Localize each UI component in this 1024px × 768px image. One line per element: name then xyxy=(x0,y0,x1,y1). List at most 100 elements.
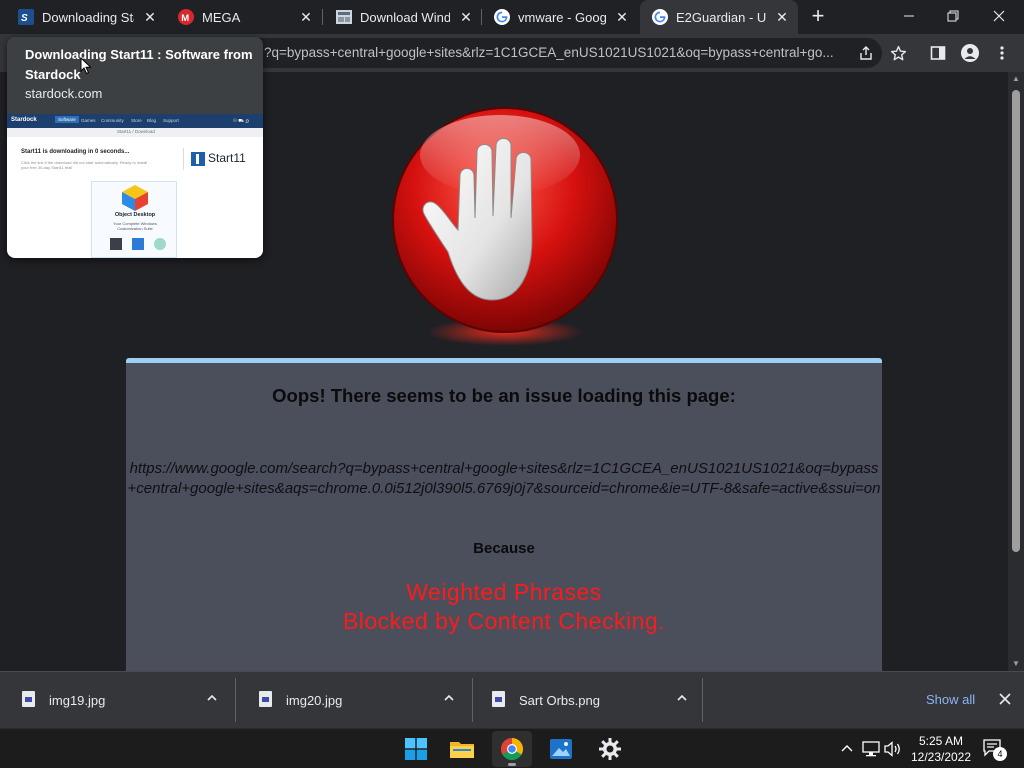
app-tile-icon xyxy=(110,238,122,250)
preview-nav-bar: Stardock Software Games Community Store … xyxy=(7,114,263,128)
close-window-icon[interactable] xyxy=(976,0,1022,32)
because-label: Because xyxy=(473,540,535,557)
tab-separator xyxy=(322,9,323,25)
clock-time: 5:25 AM xyxy=(918,734,964,748)
bookmark-star-icon[interactable] xyxy=(888,43,908,63)
block-reason: Weighted Phrases Blocked by Content Chec… xyxy=(126,578,882,636)
hover-card-domain: stardock.com xyxy=(25,86,103,101)
tab-e2guardian[interactable]: E2Guardian - Una ✕ xyxy=(640,0,798,34)
chrome-icon[interactable] xyxy=(492,731,532,767)
tab-separator xyxy=(481,9,482,25)
block-message-panel: Oops! There seems to be an issue loading… xyxy=(126,358,882,671)
tab-close-icon[interactable]: ✕ xyxy=(142,9,158,25)
preview-nav-item: Games xyxy=(81,118,96,123)
preview-breadcrumb: Start11 / Download xyxy=(7,128,263,137)
scroll-down-icon[interactable]: ▼ xyxy=(1011,659,1021,669)
tab-close-icon[interactable]: ✕ xyxy=(774,9,790,25)
preview-headline: Start11 is downloading in 0 seconds... xyxy=(21,149,130,155)
windows-taskbar: 5:25 AM 12/23/2022 4 xyxy=(0,728,1024,768)
show-all-downloads-link[interactable]: Show all xyxy=(926,692,975,707)
preview-offer-title: Object Desktop xyxy=(114,212,156,218)
chevron-up-icon[interactable] xyxy=(441,690,457,706)
preview-product-name: Start11 xyxy=(208,151,246,165)
image-file-icon xyxy=(492,691,505,707)
preview-subtext: Click the link if the download did not s… xyxy=(21,160,148,170)
tab-title: Download Windo xyxy=(360,9,450,25)
tab-title: MEGA xyxy=(202,9,241,25)
tab-strip: S Downloading Sta ✕ M MEGA ✕ Download Wi… xyxy=(0,0,1024,34)
taskbar-clock[interactable]: 5:25 AM 12/23/2022 xyxy=(906,733,976,765)
page-preview-thumbnail: Stardock Software Games Community Store … xyxy=(7,114,263,258)
notification-icon[interactable]: 4 xyxy=(983,739,1007,761)
preview-nav-item: Support xyxy=(163,118,179,123)
tab-stardock[interactable]: S Downloading Sta ✕ xyxy=(6,0,166,34)
volume-icon[interactable] xyxy=(884,740,902,758)
minimize-icon[interactable] xyxy=(886,0,932,32)
file-explorer-icon[interactable] xyxy=(442,731,482,767)
network-icon[interactable] xyxy=(862,740,880,758)
address-bar-url[interactable]: ?q=bypass+central+google+sites&rlz=1C1GC… xyxy=(264,45,844,60)
object-desktop-cube-icon xyxy=(122,185,148,211)
photos-icon[interactable] xyxy=(541,731,581,767)
preview-nav-item: Community xyxy=(101,118,124,123)
profile-icon[interactable] xyxy=(960,43,980,63)
download-item[interactable]: Sart Orbs.png xyxy=(470,678,703,722)
tab-vmware-google[interactable]: vmware - Google ✕ xyxy=(482,0,638,34)
address-bar[interactable]: ?q=bypass+central+google+sites&rlz=1C1GC… xyxy=(160,38,882,68)
menu-kebab-icon[interactable] xyxy=(992,43,1012,63)
new-tab-icon[interactable]: + xyxy=(806,5,830,29)
app-tile-icon xyxy=(154,238,166,250)
screen: S Downloading Sta ✕ M MEGA ✕ Download Wi… xyxy=(0,0,1024,768)
mouse-cursor-icon xyxy=(80,57,92,75)
svg-text:M: M xyxy=(181,13,189,24)
clock-date: 12/23/2022 xyxy=(910,750,972,764)
preview-app-icons xyxy=(110,238,170,252)
download-filename: img19.jpg xyxy=(49,693,106,708)
chevron-up-icon[interactable] xyxy=(204,690,220,706)
restore-icon[interactable] xyxy=(930,0,976,32)
preview-nav-item: Software xyxy=(55,116,79,123)
download-item[interactable]: img19.jpg xyxy=(0,678,236,722)
stop-hand-icon xyxy=(392,107,618,346)
tab-close-icon[interactable]: ✕ xyxy=(298,9,314,25)
scrollbar-thumb[interactable] xyxy=(1012,90,1020,552)
svg-text:S: S xyxy=(21,13,28,24)
preview-breadcrumb-text: Start11 / Download xyxy=(117,129,155,134)
image-file-icon xyxy=(259,691,272,707)
google-icon xyxy=(652,9,668,25)
side-panel-icon[interactable] xyxy=(928,43,948,63)
tab-title: Downloading Sta xyxy=(42,9,134,25)
tab-hover-card: Downloading Start11 : Software from Star… xyxy=(7,37,263,258)
chevron-up-icon[interactable] xyxy=(674,690,690,706)
close-shelf-icon[interactable] xyxy=(996,690,1014,708)
notification-count-badge: 4 xyxy=(993,747,1007,761)
mega-icon: M xyxy=(178,9,194,25)
stardock-icon: S xyxy=(18,9,34,25)
download-item[interactable]: img20.jpg xyxy=(237,678,473,722)
app-tile-icon xyxy=(132,238,144,250)
page-title: Oops! There seems to be an issue loading… xyxy=(272,385,736,406)
download-filename: img20.jpg xyxy=(286,693,343,708)
scroll-up-icon[interactable]: ▲ xyxy=(1011,74,1021,84)
page-thumbnail-icon xyxy=(336,9,352,25)
tab-mega[interactable]: M MEGA ✕ xyxy=(166,0,322,34)
tab-title: E2Guardian - Una xyxy=(676,9,766,25)
image-file-icon xyxy=(22,691,35,707)
hover-card-title: Downloading Start11 : Software from Star… xyxy=(25,47,253,82)
tab-close-icon[interactable]: ✕ xyxy=(614,9,630,25)
tab-close-icon[interactable]: ✕ xyxy=(458,9,474,25)
block-reason-line-1: Weighted Phrases xyxy=(406,579,602,605)
share-icon[interactable] xyxy=(856,43,876,63)
preview-start11-logo: Start11 xyxy=(183,148,253,170)
windows-start-icon[interactable] xyxy=(396,731,436,767)
tab-download-windows[interactable]: Download Windo ✕ xyxy=(324,0,482,34)
blocked-url-text: https://www.google.com/search?q=bypass+c… xyxy=(127,460,881,497)
settings-icon[interactable] xyxy=(590,731,630,767)
download-filename: Sart Orbs.png xyxy=(519,693,600,708)
vertical-scrollbar[interactable]: ▲ ▼ xyxy=(1008,72,1024,671)
download-shelf: img19.jpg img20.jpg Sart Orbs.png Show a… xyxy=(0,671,1024,728)
preview-object-desktop-card: Object Desktop Your Complete Windows Cus… xyxy=(91,181,177,258)
start11-logo-icon xyxy=(191,152,205,166)
chevron-up-icon[interactable] xyxy=(838,740,856,758)
block-reason-line-2: Blocked by Content Checking. xyxy=(342,608,666,634)
